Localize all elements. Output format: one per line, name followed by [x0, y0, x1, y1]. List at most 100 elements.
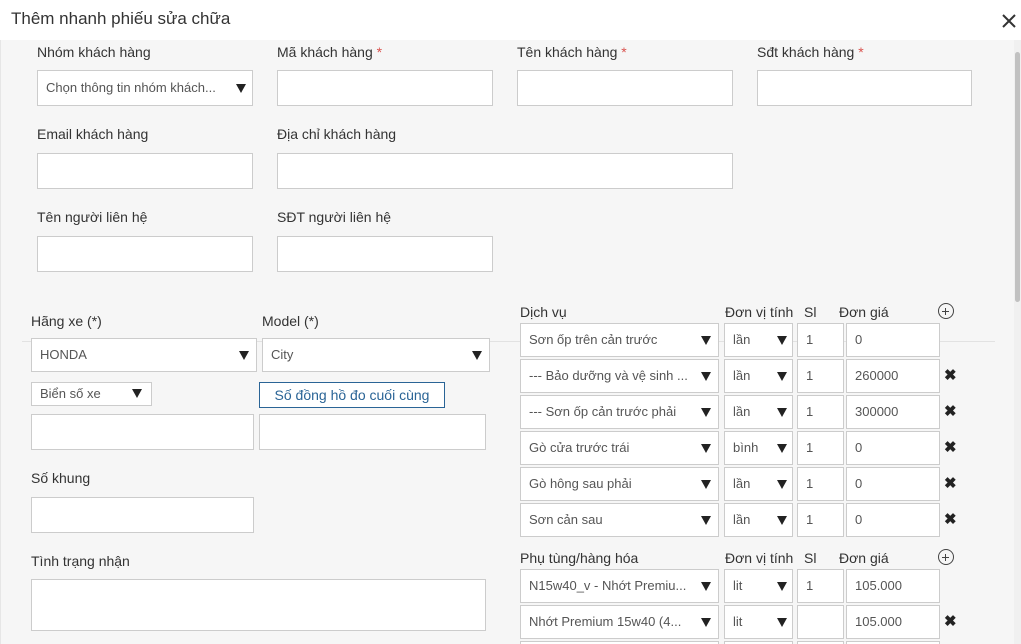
add-service-icon[interactable] — [938, 303, 954, 319]
part-unit-select[interactable]: lit — [724, 605, 793, 639]
delete-row-icon[interactable]: ✖ — [944, 476, 957, 491]
service-unit-select[interactable]: lần — [724, 323, 793, 357]
service-price: 0 — [855, 440, 863, 455]
delete-row-icon[interactable]: ✖ — [944, 512, 957, 527]
customer-email-input[interactable] — [37, 153, 253, 189]
customer-code-input[interactable] — [277, 70, 493, 106]
parts-col-header: Phụ tùng/hàng hóa — [520, 550, 639, 566]
service-unit: lần — [733, 476, 751, 491]
brand-value: HONDA — [40, 347, 87, 362]
service-select[interactable]: Gò hông sau phải — [520, 467, 719, 501]
service-unit-header: Đơn vị tính — [725, 304, 794, 320]
service-price: 260000 — [855, 368, 899, 383]
caret-down-icon — [777, 336, 787, 345]
service-select[interactable]: Gò cửa trước trái — [520, 431, 719, 465]
modal-title: Thêm nhanh phiếu sửa chữa — [11, 9, 231, 28]
service-unit-select[interactable]: lần — [724, 395, 793, 429]
part-price-input[interactable]: 105.000 — [846, 605, 940, 639]
part-select[interactable]: Nhớt Premium 15w40 (4... — [520, 605, 719, 639]
odometer-input[interactable] — [259, 414, 486, 450]
caret-down-icon — [132, 389, 142, 398]
chassis-label: Số khung — [31, 470, 91, 486]
add-part-icon[interactable] — [938, 549, 954, 565]
service-qty-input[interactable]: 1 — [797, 359, 844, 393]
service-qty: 1 — [806, 476, 814, 491]
part-unit: lit — [733, 578, 743, 593]
brand-label: Hãng xe (*) — [31, 313, 102, 329]
customer-group-label: Nhóm khách hàng — [37, 44, 151, 60]
scrollbar-thumb[interactable] — [1015, 52, 1020, 302]
service-price-input[interactable]: 300000 — [846, 395, 940, 429]
odometer-button[interactable]: Số đồng hồ đo cuối cùng — [259, 382, 445, 408]
service-price-input[interactable]: 0 — [846, 503, 940, 537]
service-unit-select[interactable]: bình — [724, 431, 793, 465]
service-select[interactable]: --- Sơn ốp cản trước phải — [520, 395, 719, 429]
service-unit: lần — [733, 512, 751, 527]
caret-down-icon — [701, 516, 711, 525]
customer-name-input[interactable] — [517, 70, 733, 106]
chassis-input[interactable] — [31, 497, 254, 533]
parts-price-header: Đơn giá — [839, 550, 889, 566]
service-price-input[interactable]: 260000 — [846, 359, 940, 393]
close-icon[interactable] — [999, 10, 1019, 32]
parts-qty-header: Sl — [804, 550, 817, 566]
service-select[interactable]: --- Bảo dưỡng và vệ sinh ... — [520, 359, 719, 393]
delete-row-icon[interactable]: ✖ — [944, 440, 957, 455]
service-price: 0 — [855, 476, 863, 491]
caret-down-icon — [701, 444, 711, 453]
part-name: N15w40_v - Nhớt Premiu... — [529, 578, 687, 593]
customer-phone-input[interactable] — [757, 70, 972, 106]
caret-down-icon — [701, 372, 711, 381]
service-price: 0 — [855, 512, 863, 527]
customer-phone-label: Sđt khách hàng * — [757, 44, 864, 60]
service-qty-input[interactable]: 1 — [797, 395, 844, 429]
service-qty-input[interactable]: 1 — [797, 431, 844, 465]
service-unit-select[interactable]: lần — [724, 467, 793, 501]
part-unit: lit — [733, 614, 743, 629]
condition-label: Tình trạng nhận — [31, 553, 130, 569]
model-value: City — [271, 347, 294, 362]
contact-name-label: Tên người liên hệ — [37, 209, 148, 225]
plate-type-select[interactable]: Biển số xe — [31, 382, 152, 406]
service-select[interactable]: Sơn cản sau — [520, 503, 719, 537]
delete-row-icon[interactable]: ✖ — [944, 368, 957, 383]
brand-select[interactable]: HONDA — [31, 338, 257, 372]
part-qty: 1 — [806, 578, 814, 593]
customer-email-label: Email khách hàng — [37, 126, 149, 142]
service-select[interactable]: Sơn ốp trên cản trước — [520, 323, 719, 357]
caret-down-icon — [701, 480, 711, 489]
service-qty-input[interactable]: 1 — [797, 323, 844, 357]
part-qty-input[interactable]: 1 — [797, 569, 844, 603]
model-label: Model (*) — [262, 313, 319, 329]
caret-down-icon — [701, 618, 711, 627]
service-price-input[interactable]: 0 — [846, 431, 940, 465]
service-unit-select[interactable]: lần — [724, 359, 793, 393]
part-select[interactable]: N15w40_v - Nhớt Premiu... — [520, 569, 719, 603]
delete-row-icon[interactable]: ✖ — [944, 404, 957, 419]
part-qty-input[interactable] — [797, 605, 844, 639]
customer-name-label: Tên khách hàng * — [517, 44, 627, 60]
part-unit-select[interactable]: lit — [724, 569, 793, 603]
service-price-input[interactable]: 0 — [846, 467, 940, 501]
parts-unit-header: Đơn vị tính — [725, 550, 794, 566]
caret-down-icon — [777, 582, 787, 591]
part-price-input[interactable]: 105.000 — [846, 569, 940, 603]
caret-down-icon — [777, 408, 787, 417]
caret-down-icon — [777, 516, 787, 525]
delete-row-icon[interactable]: ✖ — [944, 614, 957, 629]
vertical-scrollbar[interactable] — [1014, 40, 1021, 644]
service-unit-select[interactable]: lần — [724, 503, 793, 537]
customer-group-select[interactable]: Chọn thông tin nhóm khách... — [37, 70, 253, 106]
service-qty-input[interactable]: 1 — [797, 467, 844, 501]
customer-address-label: Địa chỉ khách hàng — [277, 126, 397, 142]
service-qty-input[interactable]: 1 — [797, 503, 844, 537]
caret-down-icon — [777, 480, 787, 489]
service-price-input[interactable]: 0 — [846, 323, 940, 357]
plate-number-input[interactable] — [31, 414, 254, 450]
condition-textarea[interactable] — [31, 579, 486, 631]
customer-address-input[interactable] — [277, 153, 733, 189]
caret-down-icon — [777, 372, 787, 381]
contact-phone-input[interactable] — [277, 236, 493, 272]
contact-name-input[interactable] — [37, 236, 253, 272]
model-select[interactable]: City — [262, 338, 490, 372]
